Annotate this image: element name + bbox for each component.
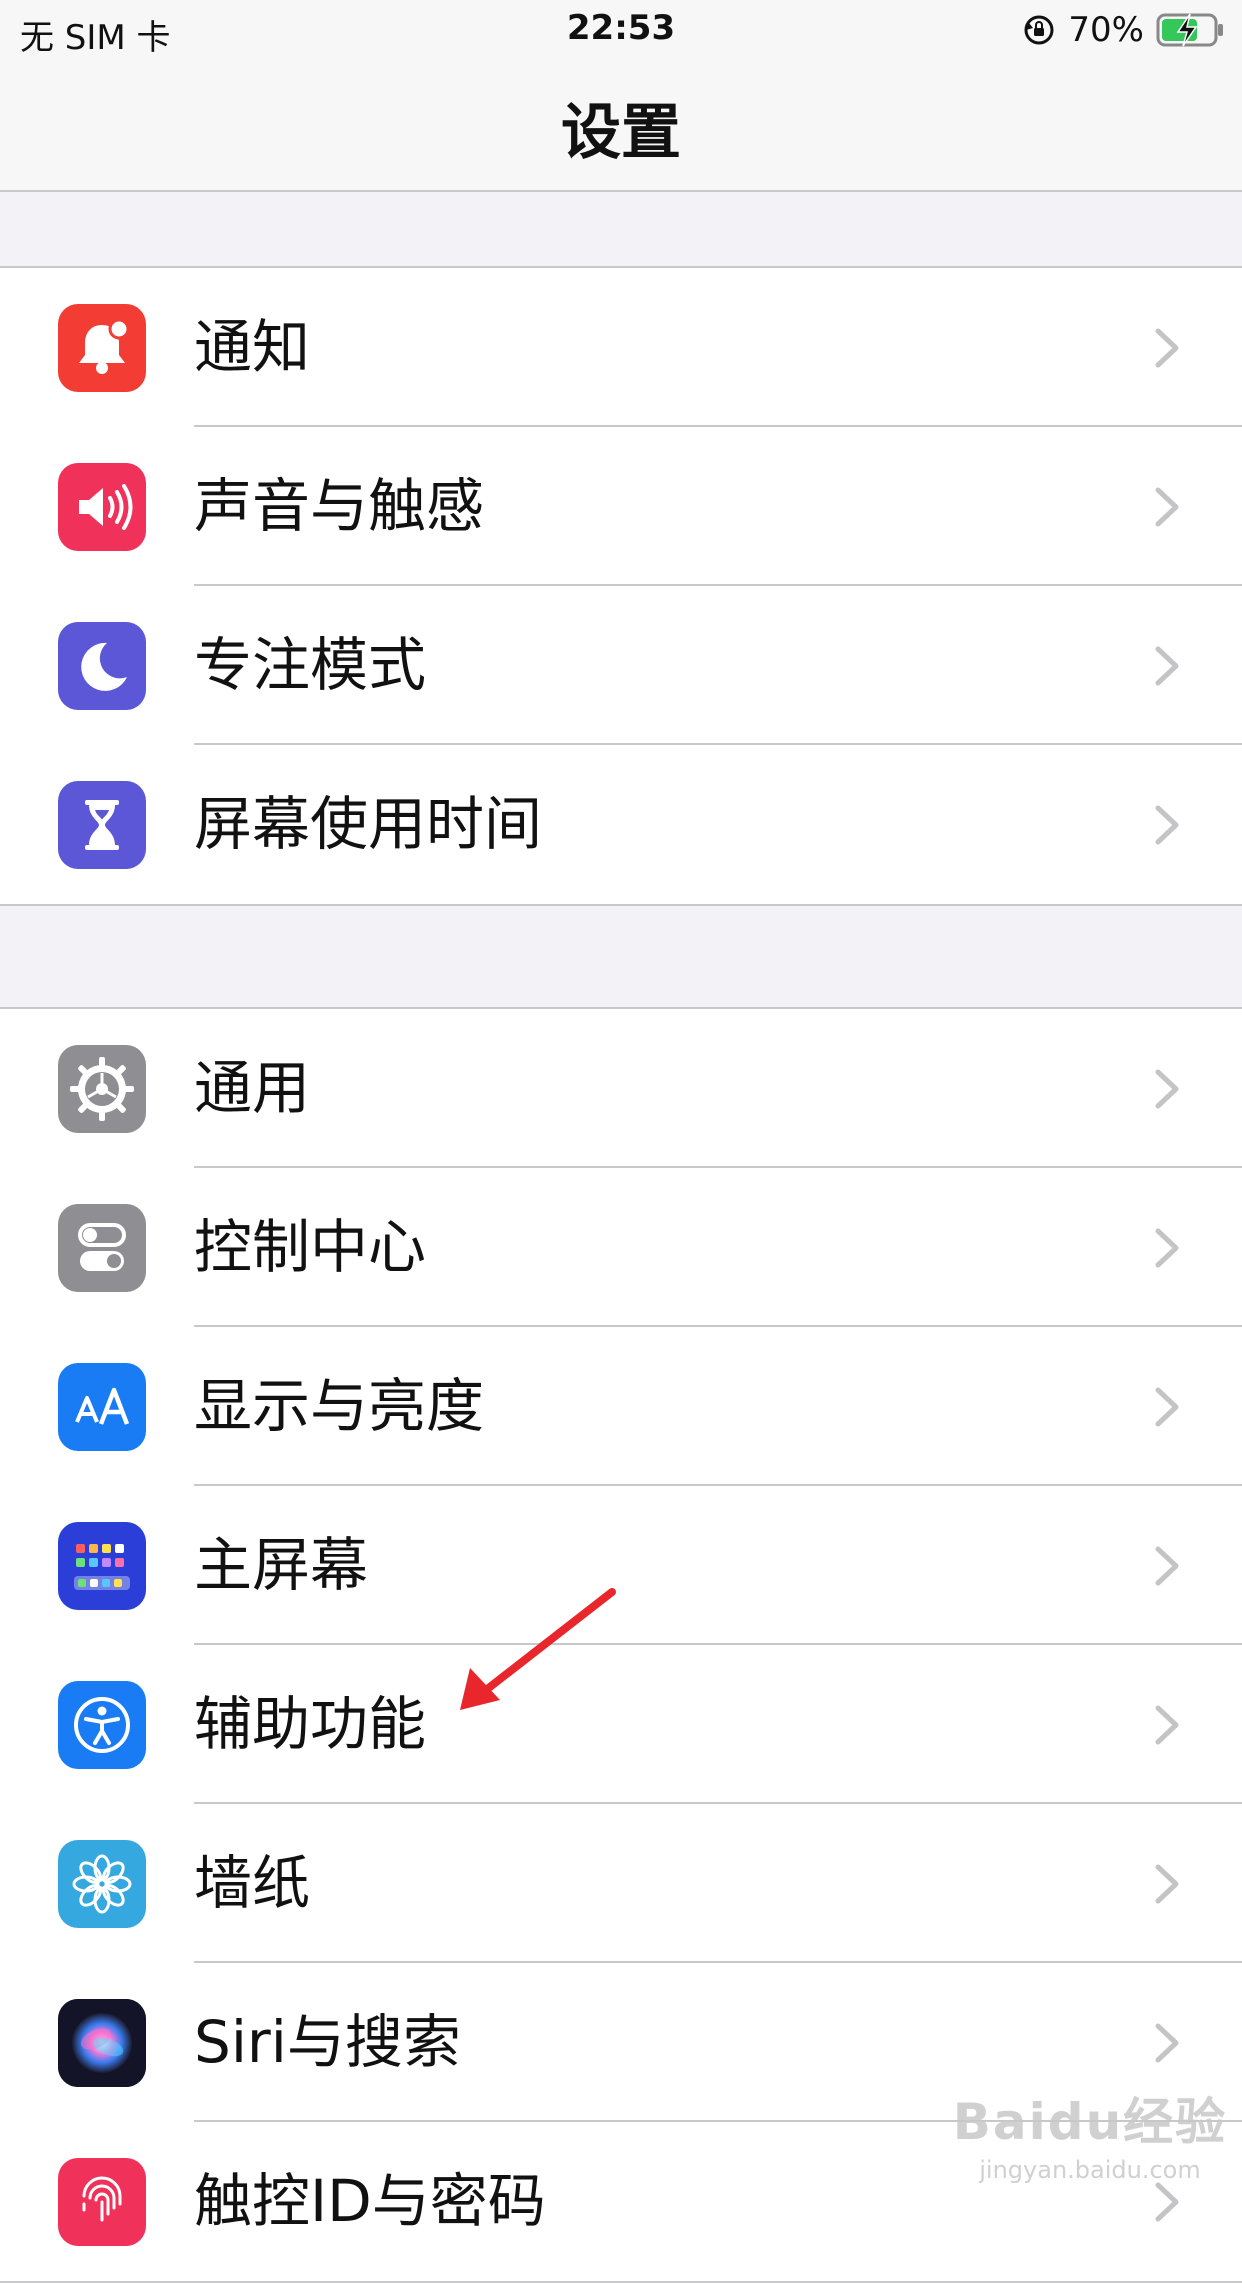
settings-item-label: 专注模式 (194, 631, 427, 699)
speaker-icon (58, 463, 146, 551)
siri-orb-icon (58, 1999, 146, 2087)
battery-charging-icon (1156, 12, 1226, 48)
settings-group-2: 通用 控制中心 显示与亮度 主屏幕 辅助功能 墙纸 Siri与搜索 触控ID与密… (0, 1007, 1242, 2283)
settings-item-sounds-haptics[interactable]: 声音与触感 (0, 427, 1242, 586)
battery-percent: 70% (1068, 10, 1144, 50)
chevron-right-icon (1155, 2182, 1179, 2222)
settings-item-label: 显示与亮度 (194, 1372, 485, 1440)
gear-icon (58, 1045, 146, 1133)
chevron-right-icon (1155, 328, 1179, 368)
moon-icon (58, 622, 146, 710)
settings-item-focus[interactable]: 专注模式 (0, 586, 1242, 745)
chevron-right-icon (1155, 805, 1179, 845)
hourglass-icon (58, 781, 146, 869)
settings-item-label: 声音与触感 (194, 472, 485, 540)
toggle-switches-icon (58, 1204, 146, 1292)
status-bar: 无 SIM 卡 22:53 70% (0, 0, 1242, 62)
chevron-right-icon (1155, 1705, 1179, 1745)
settings-item-label: 墙纸 (194, 1849, 311, 1917)
chevron-right-icon (1155, 1069, 1179, 1109)
accessibility-person-icon (58, 1681, 146, 1769)
settings-item-screen-time[interactable]: 屏幕使用时间 (0, 745, 1242, 904)
chevron-right-icon (1155, 1387, 1179, 1427)
chevron-right-icon (1155, 646, 1179, 686)
settings-item-label: 触控ID与密码 (194, 2167, 546, 2235)
status-right: 70% (1022, 8, 1226, 52)
text-size-aa-icon (58, 1363, 146, 1451)
chevron-right-icon (1155, 2023, 1179, 2063)
home-screen-grid-icon (58, 1522, 146, 1610)
settings-item-label: Siri与搜索 (194, 2008, 461, 2076)
settings-group-1: 通知 声音与触感 专注模式 屏幕使用时间 (0, 266, 1242, 906)
settings-item-control-center[interactable]: 控制中心 (0, 1168, 1242, 1327)
navigation-bar: 设置 (0, 62, 1242, 192)
chevron-right-icon (1155, 1546, 1179, 1586)
settings-item-home-screen[interactable]: 主屏幕 (0, 1486, 1242, 1645)
settings-item-general[interactable]: 通用 (0, 1009, 1242, 1168)
fingerprint-icon (58, 2158, 146, 2246)
settings-item-touch-id-passcode[interactable]: 触控ID与密码 (0, 2122, 1242, 2281)
notification-bell-icon (58, 304, 146, 392)
settings-item-label: 控制中心 (194, 1213, 427, 1281)
page-title: 设置 (561, 98, 681, 168)
chevron-right-icon (1155, 487, 1179, 527)
settings-item-display-brightness[interactable]: 显示与亮度 (0, 1327, 1242, 1486)
flower-icon (58, 1840, 146, 1928)
settings-item-siri-search[interactable]: Siri与搜索 (0, 1963, 1242, 2122)
orientation-lock-icon (1022, 13, 1056, 47)
settings-item-label: 屏幕使用时间 (194, 790, 543, 858)
settings-item-label: 主屏幕 (194, 1531, 369, 1599)
chevron-right-icon (1155, 1864, 1179, 1904)
chevron-right-icon (1155, 1228, 1179, 1268)
settings-item-notifications[interactable]: 通知 (0, 268, 1242, 427)
settings-item-label: 辅助功能 (194, 1690, 427, 1758)
settings-item-wallpaper[interactable]: 墙纸 (0, 1804, 1242, 1963)
settings-item-accessibility[interactable]: 辅助功能 (0, 1645, 1242, 1804)
settings-item-label: 通知 (194, 313, 311, 381)
settings-item-label: 通用 (194, 1054, 311, 1122)
